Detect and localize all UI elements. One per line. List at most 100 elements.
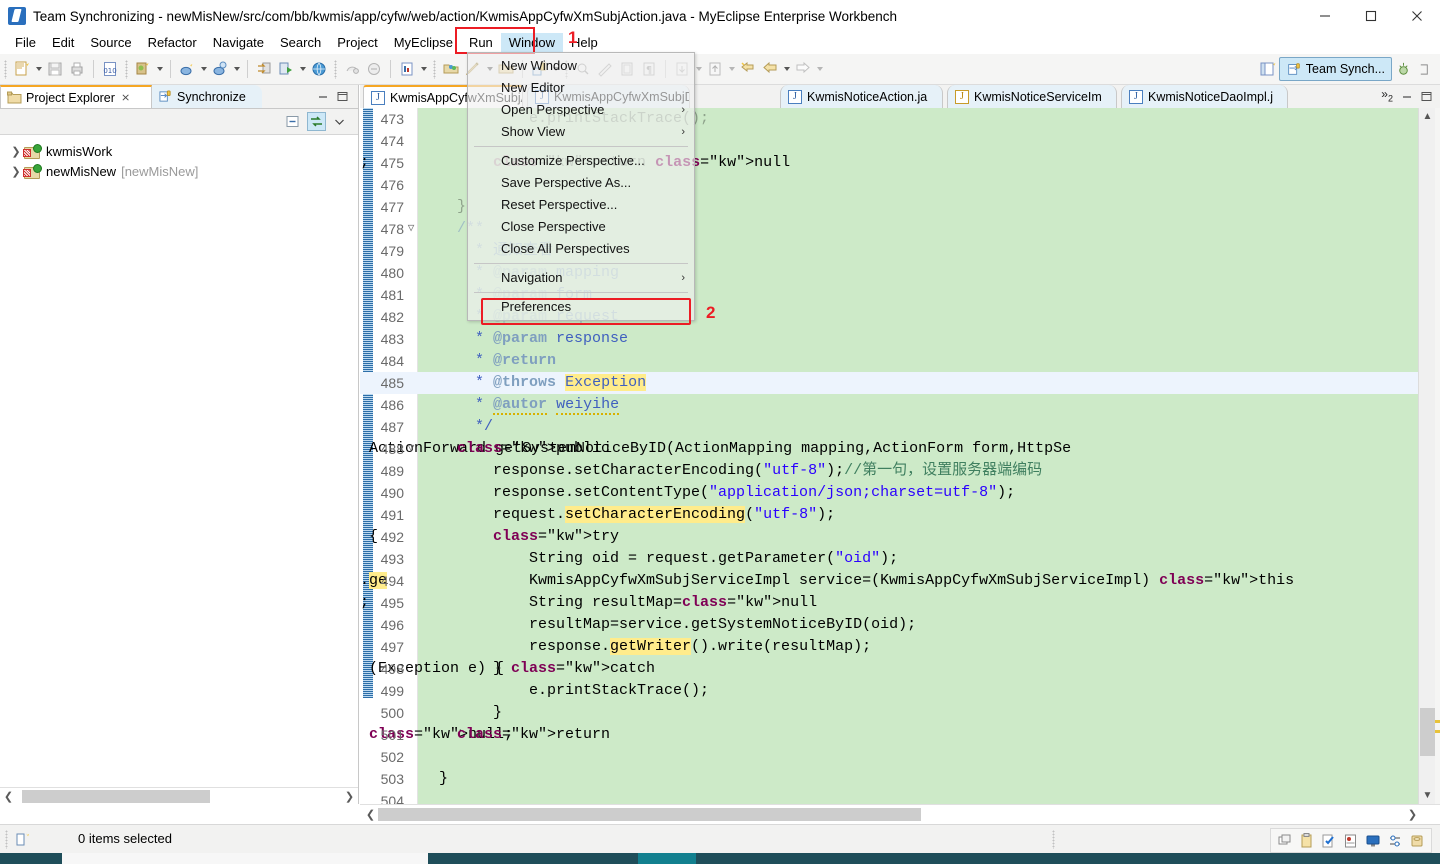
hscroll-track[interactable] — [16, 790, 342, 803]
menu-project[interactable]: Project — [329, 33, 385, 53]
code-line[interactable]: 490 response.setContentType("application… — [360, 482, 1418, 504]
menu-item-show-view[interactable]: Show View › — [468, 121, 694, 143]
scroll-right-icon[interactable]: ❯ — [1405, 807, 1420, 822]
code-line[interactable]: 496 resultMap=service.getSystemNoticeByI… — [360, 614, 1418, 636]
editor-tab-kwmisnoticeaction[interactable]: J KwmisNoticeAction.ja — [780, 85, 943, 108]
fold-toggle-icon[interactable]: ▽ — [406, 218, 416, 240]
server-icon[interactable] — [1340, 830, 1362, 851]
chevron-right-icon[interactable]: ❯ — [8, 145, 24, 158]
menu-file[interactable]: File — [7, 33, 44, 53]
window-menu-dropdown[interactable]: New Window New Editor Open Perspective ›… — [467, 52, 695, 321]
editor-maximize-icon[interactable] — [1420, 90, 1433, 103]
run-dropdown-arrow[interactable] — [231, 58, 242, 80]
code-line[interactable]: 501 class="kw">return class="kw">null; — [360, 724, 1418, 746]
window-icon[interactable] — [1274, 830, 1296, 851]
editor-horizontal-scrollbar[interactable]: ❮ ❯ — [360, 804, 1440, 824]
debug-dropdown-arrow[interactable] — [198, 58, 209, 80]
open-report-dropdown-arrow[interactable] — [418, 58, 429, 80]
tab-synchronize[interactable]: Synchronize — [152, 85, 262, 108]
menu-item-navigation[interactable]: Navigation › — [468, 267, 694, 289]
code-line[interactable]: 503 } — [360, 768, 1418, 790]
hscroll-thumb[interactable] — [378, 808, 921, 821]
overview-ruler[interactable] — [1435, 108, 1440, 804]
menu-source[interactable]: Source — [82, 33, 139, 53]
clipboard-icon[interactable] — [1296, 830, 1318, 851]
taskbar-window[interactable] — [62, 853, 428, 864]
open-package-icon[interactable] — [440, 58, 462, 80]
tree-item-newmisnew[interactable]: ❯ newMisNew [newMisNew] — [0, 161, 358, 181]
code-line[interactable]: 497 response.getWriter().write(resultMap… — [360, 636, 1418, 658]
code-line[interactable]: 500 } — [360, 702, 1418, 724]
tab-project-explorer[interactable]: Project Explorer ⨯ — [0, 85, 152, 108]
menu-navigate[interactable]: Navigate — [205, 33, 272, 53]
tree-item-kwmiswork[interactable]: ❯ kwmisWork — [0, 141, 358, 161]
editor-tab-overflow[interactable]: »2 — [1381, 87, 1393, 103]
code-line[interactable]: 504 — [360, 790, 1418, 804]
code-line[interactable]: 495 String resultMap=class="kw">null; — [360, 592, 1418, 614]
filters-icon[interactable] — [1384, 830, 1406, 851]
toolbar-grip-2[interactable] — [125, 59, 128, 79]
menu-edit[interactable]: Edit — [44, 33, 82, 53]
database-icon[interactable] — [1406, 830, 1428, 851]
code-line[interactable]: 483 * @param response — [360, 328, 1418, 350]
code-line[interactable]: 489 response.setCharacterEncoding("utf-8… — [360, 460, 1418, 482]
run-as-server-icon[interactable] — [275, 58, 297, 80]
perspective-more-icon[interactable] — [1415, 58, 1434, 80]
debug-icon[interactable] — [176, 58, 198, 80]
code-line[interactable]: 487 */ — [360, 416, 1418, 438]
perspective-team-synchronizing-button[interactable]: Team Synch... — [1278, 57, 1392, 81]
chevron-right-icon[interactable]: ❯ — [8, 165, 24, 178]
toolbar-grip[interactable] — [4, 59, 7, 79]
code-line[interactable]: 502 — [360, 746, 1418, 768]
open-report-icon[interactable] — [396, 58, 418, 80]
menu-item-save-perspective-as[interactable]: Save Perspective As... — [468, 172, 694, 194]
scroll-left-icon[interactable]: ❮ — [1, 789, 16, 804]
code-line[interactable]: 498 } class="kw">catch (Exception e) { — [360, 658, 1418, 680]
menu-item-new-editor[interactable]: New Editor — [468, 77, 694, 99]
project-explorer-horizontal-scrollbar[interactable]: ❮ ❯ — [0, 787, 358, 804]
menu-item-new-window[interactable]: New Window — [468, 55, 694, 77]
open-perspective-icon[interactable] — [1257, 58, 1279, 80]
toolbar-grip-4[interactable] — [433, 59, 436, 79]
view-menu-icon[interactable] — [330, 112, 349, 131]
toggle-binary-icon[interactable]: 010 — [99, 58, 121, 80]
close-icon[interactable]: ⨯ — [121, 91, 130, 104]
editor-tab-kwmisnoticedaoimpl[interactable]: J KwmisNoticeDaoImpl.j — [1121, 85, 1288, 108]
code-line[interactable]: 485 * @throws Exception — [360, 372, 1418, 394]
maximize-button[interactable] — [1348, 0, 1394, 32]
taskbar-active-app[interactable] — [638, 853, 696, 864]
scroll-down-icon[interactable]: ▼ — [1419, 787, 1436, 804]
perspective-debug-icon[interactable] — [1392, 58, 1415, 80]
open-browser-icon[interactable] — [308, 58, 330, 80]
scroll-right-icon[interactable]: ❯ — [342, 789, 357, 804]
menu-item-close-perspective[interactable]: Close Perspective — [468, 216, 694, 238]
code-line[interactable]: 491 request.setCharacterEncoding("utf-8"… — [360, 504, 1418, 526]
minimize-button[interactable] — [1302, 0, 1348, 32]
external-tools-icon[interactable] — [253, 58, 275, 80]
new-java-class-icon[interactable] — [132, 58, 154, 80]
back-dropdown-arrow[interactable] — [781, 58, 792, 80]
vscroll-thumb[interactable] — [1420, 708, 1435, 756]
editor-minimize-icon[interactable] — [1401, 90, 1414, 103]
code-line[interactable]: 494 KwmisAppCyfwXmSubjServiceImpl servic… — [360, 570, 1418, 592]
new-wizard-icon[interactable] — [11, 58, 33, 80]
editor-tab-kwmisnoticeserviceimpl[interactable]: J KwmisNoticeServiceIm — [947, 85, 1117, 108]
collapse-all-icon[interactable] — [283, 112, 302, 131]
scroll-up-icon[interactable]: ▲ — [1419, 108, 1436, 125]
run-as-dropdown-arrow[interactable] — [297, 58, 308, 80]
hscroll-thumb[interactable] — [22, 790, 210, 803]
fold-toggle-icon[interactable]: ▽ — [406, 438, 416, 460]
tasks-icon[interactable] — [1318, 830, 1340, 851]
last-edit-location-icon[interactable] — [737, 58, 759, 80]
menu-search[interactable]: Search — [272, 33, 329, 53]
run-icon[interactable] — [209, 58, 231, 80]
menu-myeclipse[interactable]: MyEclipse — [386, 33, 461, 53]
new-wizard-dropdown-arrow[interactable] — [33, 58, 44, 80]
console-icon[interactable] — [1362, 830, 1384, 851]
link-with-editor-icon[interactable] — [307, 112, 326, 131]
close-button[interactable] — [1394, 0, 1440, 32]
code-line[interactable]: 492 class="kw">try { — [360, 526, 1418, 548]
code-line[interactable]: 484 * @return — [360, 350, 1418, 372]
editor-vertical-scrollbar[interactable]: ▲ ▼ — [1418, 108, 1435, 804]
menu-item-open-perspective[interactable]: Open Perspective › — [468, 99, 694, 121]
